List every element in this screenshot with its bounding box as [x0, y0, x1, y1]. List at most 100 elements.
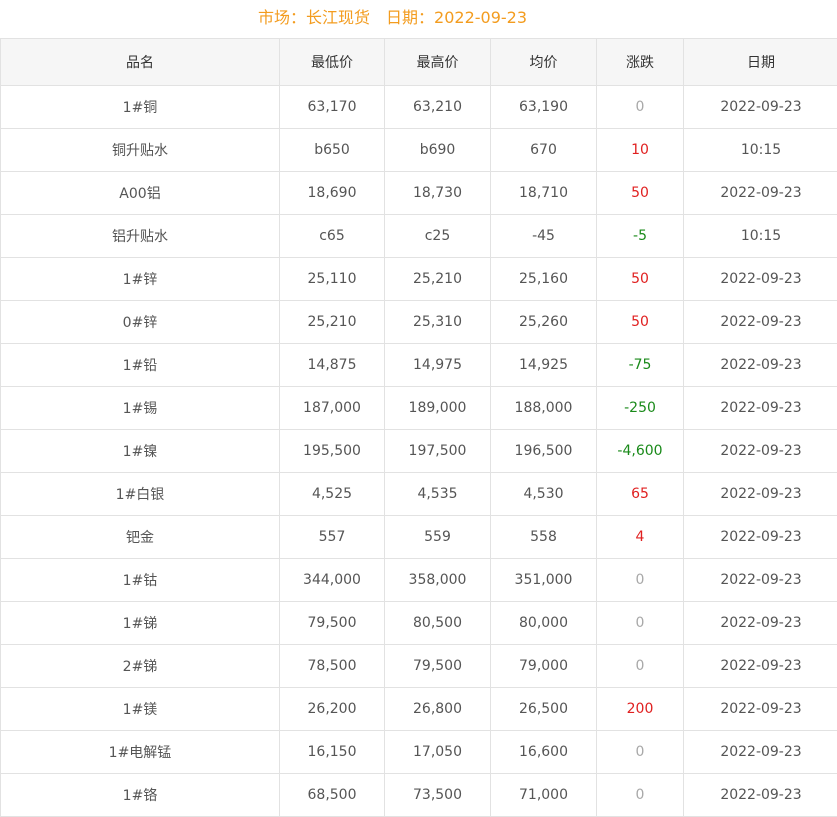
cell-avg: 25,160 — [491, 258, 597, 301]
cell-date: 2022-09-23 — [684, 387, 837, 430]
cell-avg: 79,000 — [491, 645, 597, 688]
cell-low: 344,000 — [280, 559, 385, 602]
cell-avg: 71,000 — [491, 774, 597, 817]
cell-change: 50 — [597, 172, 684, 215]
cell-change: 50 — [597, 258, 684, 301]
cell-date: 2022-09-23 — [684, 86, 837, 129]
cell-low: 187,000 — [280, 387, 385, 430]
table-row: 1#锡187,000189,000188,000-2502022-09-23 — [1, 387, 837, 430]
cell-name: 铝升贴水 — [1, 215, 280, 258]
cell-low: 26,200 — [280, 688, 385, 731]
cell-name: 2#锑 — [1, 645, 280, 688]
cell-high: c25 — [385, 215, 491, 258]
table-row: 1#锌25,11025,21025,160502022-09-23 — [1, 258, 837, 301]
cell-name: 1#铅 — [1, 344, 280, 387]
cell-low: 68,500 — [280, 774, 385, 817]
cell-high: 25,310 — [385, 301, 491, 344]
cell-avg: 26,500 — [491, 688, 597, 731]
cell-high: 80,500 — [385, 602, 491, 645]
date-value: 2022-09-23 — [434, 8, 527, 27]
cell-high: 63,210 — [385, 86, 491, 129]
cell-change: -4,600 — [597, 430, 684, 473]
table-header-row: 品名 最低价 最高价 均价 涨跌 日期 — [1, 39, 837, 86]
cell-name: 1#白银 — [1, 473, 280, 516]
market-value: 长江现货 — [306, 8, 370, 27]
cell-name: 1#镁 — [1, 688, 280, 731]
cell-low: 557 — [280, 516, 385, 559]
cell-low: 79,500 — [280, 602, 385, 645]
cell-change: 0 — [597, 774, 684, 817]
col-header-date: 日期 — [684, 39, 837, 86]
cell-high: 559 — [385, 516, 491, 559]
table-row: 铝升贴水c65c25-45-510:15 — [1, 215, 837, 258]
market-label: 市场： — [258, 8, 306, 27]
cell-date: 2022-09-23 — [684, 301, 837, 344]
cell-change: -250 — [597, 387, 684, 430]
cell-name: 1#锑 — [1, 602, 280, 645]
table-row: 1#铅14,87514,97514,925-752022-09-23 — [1, 344, 837, 387]
market-date-header: 市场：长江现货日期：2022-09-23 — [0, 0, 837, 38]
cell-date: 2022-09-23 — [684, 731, 837, 774]
cell-name: 1#铬 — [1, 774, 280, 817]
cell-high: 26,800 — [385, 688, 491, 731]
col-header-low: 最低价 — [280, 39, 385, 86]
table-body: 1#铜63,17063,21063,19002022-09-23铜升贴水b650… — [1, 86, 837, 817]
cell-high: 189,000 — [385, 387, 491, 430]
cell-low: 16,150 — [280, 731, 385, 774]
table-row: 1#钴344,000358,000351,00002022-09-23 — [1, 559, 837, 602]
table-row: 0#锌25,21025,31025,260502022-09-23 — [1, 301, 837, 344]
cell-low: c65 — [280, 215, 385, 258]
table-row: 2#锑78,50079,50079,00002022-09-23 — [1, 645, 837, 688]
cell-change: 0 — [597, 645, 684, 688]
cell-low: 25,210 — [280, 301, 385, 344]
cell-low: 18,690 — [280, 172, 385, 215]
cell-date: 2022-09-23 — [684, 344, 837, 387]
cell-change: -75 — [597, 344, 684, 387]
cell-avg: 14,925 — [491, 344, 597, 387]
cell-avg: 25,260 — [491, 301, 597, 344]
cell-avg: 16,600 — [491, 731, 597, 774]
cell-high: 197,500 — [385, 430, 491, 473]
table-row: 1#锑79,50080,50080,00002022-09-23 — [1, 602, 837, 645]
cell-name: 1#锌 — [1, 258, 280, 301]
cell-avg: 558 — [491, 516, 597, 559]
col-header-high: 最高价 — [385, 39, 491, 86]
table-row: 1#电解锰16,15017,05016,60002022-09-23 — [1, 731, 837, 774]
cell-avg: 63,190 — [491, 86, 597, 129]
cell-high: 14,975 — [385, 344, 491, 387]
cell-date: 2022-09-23 — [684, 516, 837, 559]
cell-low: b650 — [280, 129, 385, 172]
cell-high: 17,050 — [385, 731, 491, 774]
cell-date: 2022-09-23 — [684, 559, 837, 602]
cell-high: 25,210 — [385, 258, 491, 301]
cell-low: 4,525 — [280, 473, 385, 516]
cell-low: 14,875 — [280, 344, 385, 387]
cell-name: 1#锡 — [1, 387, 280, 430]
cell-low: 25,110 — [280, 258, 385, 301]
cell-avg: 4,530 — [491, 473, 597, 516]
table-row: 1#白银4,5254,5354,530652022-09-23 — [1, 473, 837, 516]
table-row: 铜升贴水b650b6906701010:15 — [1, 129, 837, 172]
cell-high: b690 — [385, 129, 491, 172]
cell-date: 2022-09-23 — [684, 258, 837, 301]
cell-date: 2022-09-23 — [684, 430, 837, 473]
cell-name: A00铝 — [1, 172, 280, 215]
cell-avg: 196,500 — [491, 430, 597, 473]
col-header-change: 涨跌 — [597, 39, 684, 86]
cell-change: 0 — [597, 731, 684, 774]
cell-avg: 670 — [491, 129, 597, 172]
cell-name: 1#铜 — [1, 86, 280, 129]
col-header-name: 品名 — [1, 39, 280, 86]
cell-change: 4 — [597, 516, 684, 559]
cell-change: 200 — [597, 688, 684, 731]
cell-date: 2022-09-23 — [684, 172, 837, 215]
cell-date: 2022-09-23 — [684, 473, 837, 516]
cell-high: 79,500 — [385, 645, 491, 688]
price-table: 品名 最低价 最高价 均价 涨跌 日期 1#铜63,17063,21063,19… — [0, 38, 837, 817]
cell-name: 钯金 — [1, 516, 280, 559]
cell-change: 50 — [597, 301, 684, 344]
cell-avg: 18,710 — [491, 172, 597, 215]
cell-low: 195,500 — [280, 430, 385, 473]
cell-change: 0 — [597, 86, 684, 129]
cell-date: 10:15 — [684, 215, 837, 258]
